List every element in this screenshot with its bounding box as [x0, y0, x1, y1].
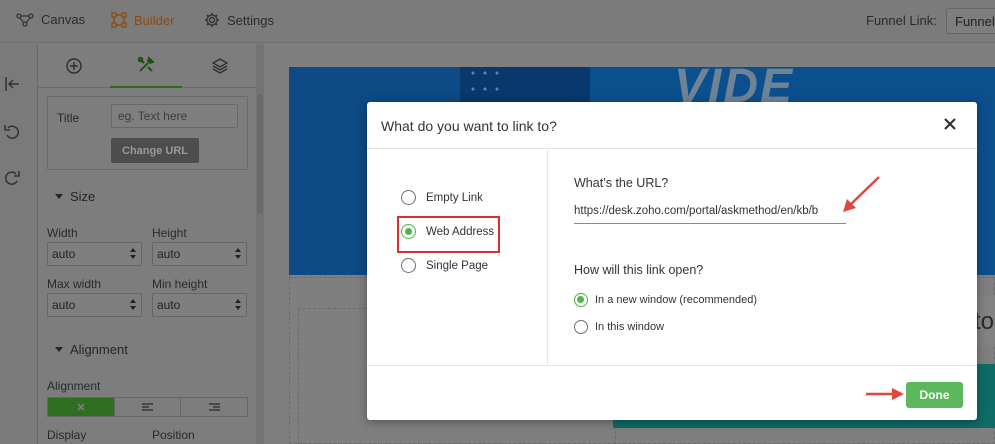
radio-button[interactable]: [401, 258, 416, 273]
size-heading: Size: [70, 189, 96, 204]
align-left-button[interactable]: [115, 398, 182, 416]
dialog-title: What do you want to link to?: [381, 118, 557, 134]
alignment-heading: Alignment: [70, 342, 128, 357]
top-bar: Canvas Builder Settings Funnel Link: Fun…: [0, 0, 995, 43]
funnel-link-field[interactable]: Funnel: [946, 8, 995, 34]
annotation-arrow-icon: [843, 176, 880, 212]
url-label: What’s the URL?: [574, 176, 669, 190]
stepper-icon: [235, 299, 242, 311]
canvas-icon: [16, 12, 34, 27]
caret-down-icon: [55, 194, 63, 199]
tools-icon: [137, 56, 155, 72]
stepper-icon: [130, 248, 137, 260]
open-mode-label: How will this link open?: [574, 263, 704, 277]
max-width-value: auto: [52, 298, 76, 312]
builder-icon: [111, 12, 127, 28]
max-width-label: Max width: [47, 277, 102, 291]
change-url-button[interactable]: Change URL: [111, 138, 199, 163]
gear-icon: [205, 13, 219, 27]
size-section-toggle[interactable]: Size: [55, 189, 95, 204]
dialog-header: What do you want to link to?: [367, 102, 977, 149]
link-type-empty[interactable]: Empty Link: [401, 190, 483, 205]
tab-canvas-label: Canvas: [41, 12, 86, 27]
display-label: Display: [47, 428, 87, 442]
width-select[interactable]: auto: [47, 242, 142, 266]
tab-layers[interactable]: [184, 44, 256, 88]
redo-icon[interactable]: [3, 168, 21, 186]
height-label: Height: [152, 226, 187, 240]
properties-panel: Title eg. Text here Change URL Size Widt…: [38, 44, 256, 444]
panel-scrollbar[interactable]: [256, 44, 264, 444]
height-select[interactable]: auto: [152, 242, 247, 266]
link-type-label: Single Page: [426, 259, 489, 272]
link-dialog: What do you want to link to? Empty Link …: [367, 102, 977, 420]
radio-button[interactable]: [401, 190, 416, 205]
open-option-label: In this window: [595, 321, 665, 333]
undo-icon[interactable]: [3, 122, 21, 140]
link-type-label: Empty Link: [426, 191, 483, 204]
alignment-label: Alignment: [47, 379, 101, 393]
open-this-window-option[interactable]: In this window: [574, 320, 664, 334]
stepper-icon: [130, 299, 137, 311]
link-type-single-page[interactable]: Single Page: [401, 258, 488, 273]
collapse-left-icon[interactable]: [3, 75, 21, 93]
none-icon: [77, 403, 85, 411]
title-label: Title: [57, 111, 80, 125]
radio-button[interactable]: [574, 320, 588, 334]
height-value: auto: [157, 247, 181, 261]
tab-tools[interactable]: [110, 44, 182, 88]
position-label: Position: [152, 428, 195, 442]
title-input[interactable]: eg. Text here: [111, 104, 238, 128]
link-type-list: Empty Link Web Address Single Page: [367, 150, 548, 366]
stepper-icon: [235, 248, 242, 260]
funnel-link-label: Funnel Link:: [866, 13, 937, 28]
radio-button[interactable]: [574, 293, 588, 307]
min-height-value: auto: [157, 298, 181, 312]
align-right-icon: [208, 402, 220, 411]
align-left-icon: [142, 402, 153, 411]
annotation-highlight: [397, 216, 500, 253]
caret-down-icon: [55, 347, 63, 352]
max-width-select[interactable]: auto: [47, 293, 142, 317]
open-option-label: In a new window (recommended): [595, 294, 758, 306]
alignment-button-group: [47, 397, 248, 417]
open-new-window-option[interactable]: In a new window (recommended): [574, 293, 757, 307]
tab-builder[interactable]: Builder: [111, 12, 174, 28]
tab-canvas[interactable]: Canvas: [16, 12, 85, 27]
left-rail: [0, 44, 38, 444]
alignment-section-toggle[interactable]: Alignment: [55, 342, 128, 357]
tab-settings-label: Settings: [227, 12, 274, 28]
panel-tabs: [38, 44, 256, 88]
width-label: Width: [47, 226, 78, 240]
title-settings-box: Title eg. Text here Change URL: [47, 96, 248, 170]
align-none-button[interactable]: [48, 398, 115, 416]
url-input[interactable]: https://desk.zoho.com/portal/askmethod/e…: [574, 203, 846, 224]
tab-builder-label: Builder: [134, 12, 175, 28]
done-button[interactable]: Done: [906, 382, 963, 408]
width-value: auto: [52, 247, 76, 261]
min-height-label: Min height: [152, 277, 208, 291]
add-element-icon: [66, 58, 82, 74]
min-height-select[interactable]: auto: [152, 293, 247, 317]
close-icon[interactable]: [943, 117, 957, 131]
layers-icon: [211, 58, 229, 74]
tab-settings[interactable]: Settings: [204, 12, 274, 28]
tab-add-element[interactable]: [38, 44, 110, 88]
scroll-thumb[interactable]: [257, 94, 263, 214]
align-right-button[interactable]: [181, 398, 247, 416]
annotation-arrow-icon: [866, 388, 904, 400]
